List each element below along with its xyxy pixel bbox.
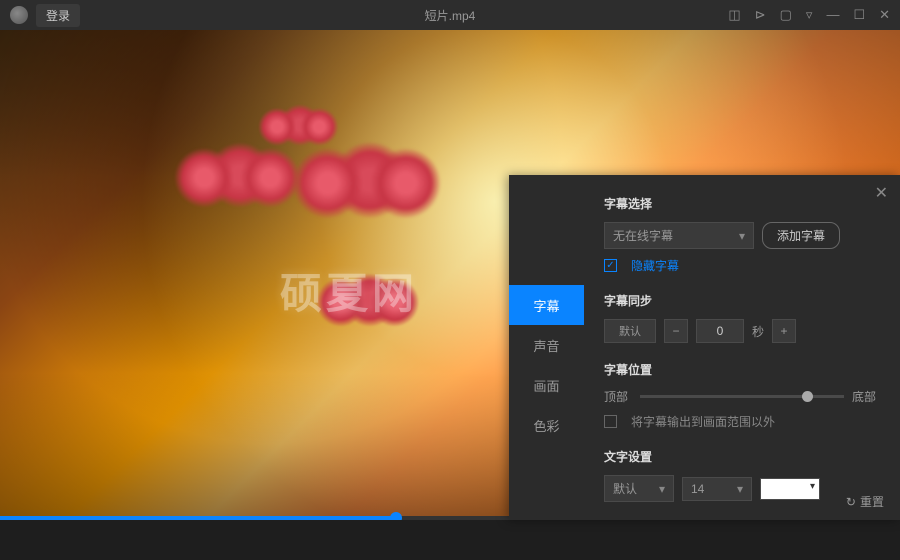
output-outside-label[interactable]: 将字幕输出到画面范围以外 (631, 413, 775, 430)
section-title: 字幕位置 (604, 361, 880, 378)
reset-icon: ↻ (846, 495, 856, 509)
position-top-label: 顶部 (604, 388, 632, 405)
video-content (279, 104, 321, 146)
font-color-picker[interactable] (760, 478, 820, 500)
sync-default-button[interactable]: 默认 (604, 319, 656, 343)
hide-subtitle-label[interactable]: 隐藏字幕 (631, 257, 679, 274)
panel-content: ✕ 字幕选择 无在线字幕 添加字幕 隐藏字幕 字幕同步 默认 − 秒 + 字 (584, 175, 900, 520)
settings-tabs: 字幕 声音 画面 色彩 (509, 175, 584, 520)
video-content (331, 141, 409, 219)
font-select[interactable]: 默认 (604, 475, 674, 502)
font-size-select[interactable]: 14 (682, 477, 752, 501)
close-icon[interactable]: ✕ (879, 7, 890, 23)
tab-picture[interactable]: 画面 (509, 365, 584, 405)
position-bottom-label: 底部 (852, 388, 880, 405)
login-button[interactable]: 登录 (36, 4, 80, 27)
section-title: 字幕选择 (604, 195, 880, 212)
maximize-icon[interactable]: ☐ (853, 7, 865, 23)
pin-icon[interactable]: ⊳ (755, 7, 766, 23)
add-subtitle-button[interactable]: 添加字幕 (762, 222, 840, 249)
section-subtitle-position: 字幕位置 顶部 底部 将字幕输出到画面范围以外 (604, 361, 880, 430)
thumbnail-icon[interactable]: ◫ (728, 7, 740, 23)
settings-panel: 字幕 声音 画面 色彩 ✕ 字幕选择 无在线字幕 添加字幕 隐藏字幕 字幕同步 … (509, 175, 900, 520)
window-controls: ◫ ⊳ ▢ ▿ — ☐ ✕ (728, 7, 890, 23)
section-text-settings: 文字设置 默认 14 (604, 448, 880, 502)
position-slider[interactable] (640, 395, 844, 398)
menu-icon[interactable]: ▿ (806, 7, 813, 23)
file-title: 短片.mp4 (425, 7, 476, 24)
section-subtitle-sync: 字幕同步 默认 − 秒 + (604, 292, 880, 343)
section-title: 文字设置 (604, 448, 880, 465)
tab-subtitle[interactable]: 字幕 (509, 285, 584, 325)
tab-color[interactable]: 色彩 (509, 405, 584, 445)
hide-subtitle-checkbox[interactable] (604, 259, 617, 272)
panel-close-icon[interactable]: ✕ (875, 183, 888, 203)
subtitle-source-select[interactable]: 无在线字幕 (604, 222, 754, 249)
slider-thumb[interactable] (802, 391, 813, 402)
output-outside-checkbox[interactable] (604, 415, 617, 428)
sync-value-input[interactable] (696, 319, 744, 343)
section-title: 字幕同步 (604, 292, 880, 309)
watermark-text: 硕夏网 (280, 260, 418, 321)
tab-sound[interactable]: 声音 (509, 325, 584, 365)
section-subtitle-select: 字幕选择 无在线字幕 添加字幕 隐藏字幕 (604, 195, 880, 274)
title-bar: 登录 短片.mp4 ◫ ⊳ ▢ ▿ — ☐ ✕ (0, 0, 900, 30)
minimize-icon[interactable]: — (826, 7, 839, 23)
video-content (207, 142, 273, 208)
app-logo-icon (10, 6, 28, 24)
sync-unit-label: 秒 (752, 323, 764, 340)
folder-icon[interactable]: ▢ (780, 7, 792, 23)
sync-increase-button[interactable]: + (772, 319, 796, 343)
sync-decrease-button[interactable]: − (664, 319, 688, 343)
reset-button[interactable]: ↻ 重置 (846, 493, 884, 510)
progress-fill (0, 516, 396, 520)
